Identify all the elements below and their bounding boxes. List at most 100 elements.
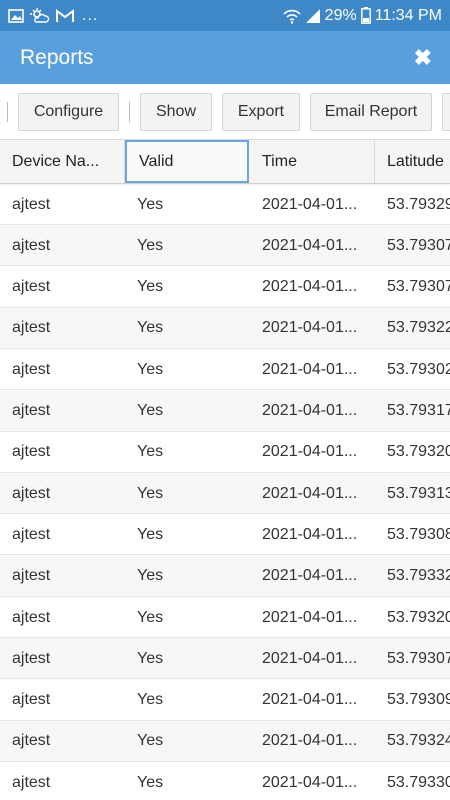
column-header-valid[interactable]: Valid bbox=[125, 140, 249, 183]
cell-latitude: 53.79307 bbox=[387, 278, 450, 296]
cell-latitude: 53.79324 bbox=[387, 732, 450, 750]
clock: 11:34 PM bbox=[374, 6, 442, 24]
wifi-icon bbox=[283, 8, 301, 24]
cell-latitude: 53.79317 bbox=[387, 402, 450, 419]
more-notifications: ... bbox=[82, 6, 99, 24]
close-icon[interactable]: ✖ bbox=[414, 45, 432, 71]
table-row[interactable]: ajtest Yes 2021-04-01... 53.79322 bbox=[0, 307, 450, 349]
table-row[interactable]: ajtest Yes 2021-04-01... 53.79307 bbox=[0, 225, 450, 267]
toolbar-separator bbox=[129, 101, 130, 122]
cell-device-name: ajtest bbox=[12, 236, 51, 254]
cell-latitude: 53.79329 bbox=[387, 195, 450, 213]
cell-latitude: 53.79302 bbox=[387, 360, 450, 378]
cell-valid: Yes bbox=[137, 278, 164, 296]
email-report-button[interactable]: Email Report bbox=[310, 92, 432, 131]
cell-valid: Yes bbox=[137, 360, 164, 378]
cell-time: 2021-04-01... bbox=[262, 484, 358, 502]
table-row[interactable]: ajtest Yes 2021-04-01... 53.79309 bbox=[0, 680, 450, 721]
cell-valid: Yes bbox=[137, 319, 164, 337]
cell-device-name: ajtest bbox=[12, 773, 51, 791]
cell-valid: Yes bbox=[137, 236, 164, 254]
table-row[interactable]: ajtest Yes 2021-04-01... 53.79313 bbox=[0, 473, 450, 515]
cell-latitude: 53.79307 bbox=[387, 649, 450, 667]
cell-valid: Yes bbox=[137, 691, 164, 709]
table-row[interactable]: ajtest Yes 2021-04-01... 53.79307 bbox=[0, 638, 450, 680]
table-row[interactable]: ajtest Yes 2021-04-01... 53.79302 bbox=[0, 349, 450, 391]
cell-time: 2021-04-01... bbox=[262, 278, 358, 296]
cell-device-name: ajtest bbox=[12, 567, 51, 585]
cell-latitude: 53.79307 bbox=[387, 236, 450, 254]
show-button[interactable]: Show bbox=[140, 92, 212, 131]
cell-time: 2021-04-01... bbox=[262, 732, 358, 750]
table-row[interactable]: ajtest Yes 2021-04-01... 53.79308 bbox=[0, 514, 450, 556]
configure-button[interactable]: Configure bbox=[18, 92, 119, 131]
app-header: Reports ✖ bbox=[0, 31, 450, 84]
cell-device-name: ajtest bbox=[12, 608, 51, 626]
cell-device-name: ajtest bbox=[12, 649, 51, 667]
table-row[interactable]: ajtest Yes 2021-04-01... 53.79329 bbox=[0, 184, 450, 225]
cell-latitude: 53.79313 bbox=[387, 484, 450, 502]
table-row[interactable]: ajtest Yes 2021-04-01... 53.79307 bbox=[0, 267, 450, 308]
cell-time: 2021-04-01... bbox=[262, 319, 358, 337]
cell-device-name: ajtest bbox=[12, 195, 51, 213]
table-row[interactable]: ajtest Yes 2021-04-01... 53.79317 bbox=[0, 390, 450, 432]
cell-time: 2021-04-01... bbox=[262, 195, 358, 213]
cell-latitude: 53.79330 bbox=[387, 773, 450, 791]
cell-time: 2021-04-01... bbox=[262, 360, 358, 378]
table-row[interactable]: ajtest Yes 2021-04-01... 53.79320 bbox=[0, 597, 450, 638]
cell-latitude: 53.79308 bbox=[387, 525, 450, 543]
cell-time: 2021-04-01... bbox=[262, 402, 358, 419]
cell-valid: Yes bbox=[137, 484, 164, 502]
cell-device-name: ajtest bbox=[12, 319, 51, 337]
column-header-device-name[interactable]: Device Na... bbox=[0, 140, 125, 183]
cell-valid: Yes bbox=[137, 402, 164, 419]
cell-time: 2021-04-01... bbox=[262, 443, 358, 461]
battery-percent: 29% bbox=[324, 6, 357, 24]
cell-time: 2021-04-01... bbox=[262, 691, 358, 709]
cell-latitude: 53.79320 bbox=[387, 443, 450, 461]
table-row[interactable]: ajtest Yes 2021-04-01... 53.79320 bbox=[0, 432, 450, 473]
cell-device-name: ajtest bbox=[12, 484, 51, 502]
cell-time: 2021-04-01... bbox=[262, 236, 358, 254]
battery-icon bbox=[360, 7, 371, 24]
column-header-latitude[interactable]: Latitude bbox=[375, 140, 450, 183]
cell-valid: Yes bbox=[137, 773, 164, 791]
grid-body[interactable]: ajtest Yes 2021-04-01... 53.79329 ajtest Yes 2… bbox=[0, 184, 450, 800]
weather-icon bbox=[30, 7, 50, 24]
toolbar-separator bbox=[7, 101, 8, 122]
cell-time: 2021-04-01... bbox=[262, 649, 358, 667]
page-title: Reports bbox=[20, 45, 94, 69]
grid-header: Device Na... Valid Time Latitude bbox=[0, 140, 450, 184]
export-button[interactable]: Export bbox=[222, 92, 300, 131]
cell-device-name: ajtest bbox=[12, 278, 51, 296]
cell-valid: Yes bbox=[137, 443, 164, 461]
cell-valid: Yes bbox=[137, 649, 164, 667]
table-row[interactable]: ajtest Yes 2021-04-01... 53.79330 bbox=[0, 762, 450, 800]
cell-valid: Yes bbox=[137, 732, 164, 750]
toolbar-overflow-button[interactable] bbox=[442, 92, 450, 131]
table-row[interactable]: ajtest Yes 2021-04-01... 53.79324 bbox=[0, 720, 450, 762]
table-row[interactable]: ajtest Yes 2021-04-01... 53.79332 bbox=[0, 555, 450, 597]
cell-valid: Yes bbox=[137, 567, 164, 585]
cell-latitude: 53.79322 bbox=[387, 319, 450, 337]
cell-device-name: ajtest bbox=[12, 402, 51, 419]
cell-valid: Yes bbox=[137, 525, 164, 543]
column-header-time[interactable]: Time bbox=[250, 140, 375, 183]
gmail-icon bbox=[56, 8, 74, 23]
cell-device-name: ajtest bbox=[12, 360, 51, 378]
cell-time: 2021-04-01... bbox=[262, 567, 358, 585]
cell-latitude: 53.79309 bbox=[387, 691, 450, 709]
cell-valid: Yes bbox=[137, 195, 164, 213]
status-bar: ... 29% 11:34 PM bbox=[0, 0, 450, 31]
status-bar-notifications: ... bbox=[8, 7, 98, 25]
cell-time: 2021-04-01... bbox=[262, 608, 358, 626]
cell-latitude: 53.79332 bbox=[387, 567, 450, 585]
cell-time: 2021-04-01... bbox=[262, 525, 358, 543]
cell-device-name: ajtest bbox=[12, 525, 51, 543]
cell-latitude: 53.79320 bbox=[387, 608, 450, 626]
cell-device-name: ajtest bbox=[12, 691, 51, 709]
toolbar: Configure Show Export Email Report bbox=[0, 84, 450, 140]
cell-device-name: ajtest bbox=[12, 443, 51, 461]
cell-time: 2021-04-01... bbox=[262, 773, 358, 791]
cell-device-name: ajtest bbox=[12, 732, 51, 750]
